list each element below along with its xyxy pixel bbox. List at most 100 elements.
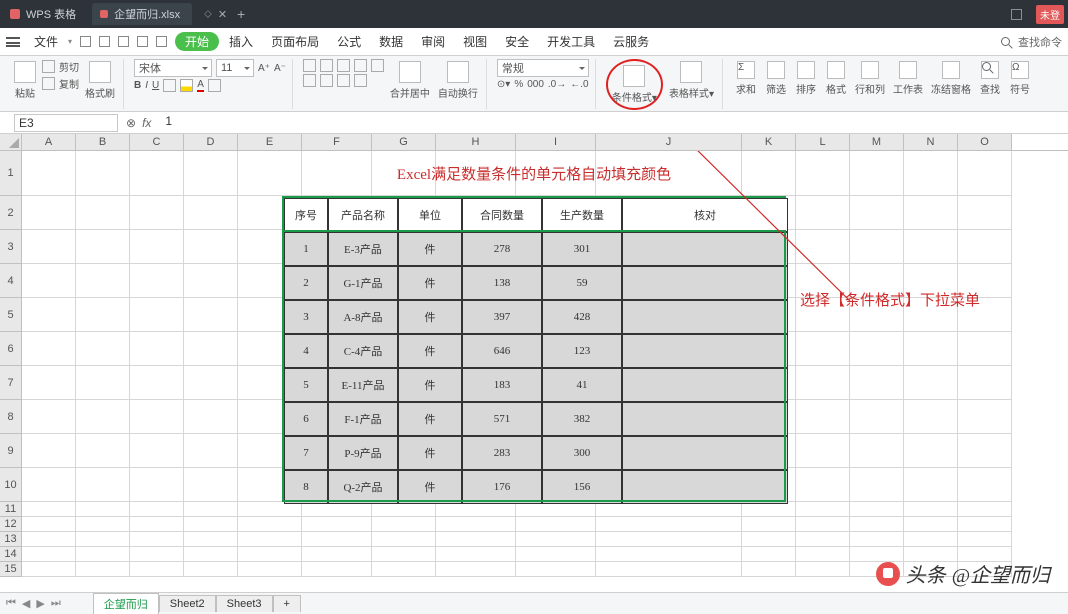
find-button[interactable]: 查找 xyxy=(977,59,1003,98)
orient-icon[interactable] xyxy=(354,74,367,87)
table-cell[interactable]: 3 xyxy=(284,300,328,334)
menu-view[interactable]: 视图 xyxy=(455,33,495,50)
search-icon[interactable] xyxy=(1001,37,1010,46)
table-cell[interactable]: 7 xyxy=(284,436,328,470)
cancel-formula-icon[interactable]: ⊗ xyxy=(126,116,136,130)
paste-button[interactable]: 粘贴 xyxy=(12,59,38,102)
table-cell[interactable]: 5 xyxy=(284,368,328,402)
format-painter-button[interactable]: 格式刷 xyxy=(83,59,117,102)
table-cell[interactable]: 397 xyxy=(462,300,542,334)
conditional-format-button[interactable]: 条件格式▾ xyxy=(610,63,659,106)
currency-icon[interactable]: ⊙▾ xyxy=(497,79,510,90)
bold-button[interactable]: B xyxy=(134,80,141,91)
wrap-text-button[interactable]: 自动换行 xyxy=(436,59,480,102)
qat-undo-icon[interactable] xyxy=(137,36,148,47)
new-tab-button[interactable]: + xyxy=(227,6,255,22)
table-cell[interactable]: A-8产品 xyxy=(328,300,398,334)
row-header-13[interactable]: 13 xyxy=(0,532,22,547)
hamburger-icon[interactable] xyxy=(6,37,20,47)
increase-decimal-icon[interactable]: .0→ xyxy=(548,79,566,90)
col-header-I[interactable]: I xyxy=(516,134,596,150)
increase-font-icon[interactable]: A⁺ xyxy=(258,63,270,74)
sheet-tab-2[interactable]: Sheet2 xyxy=(159,595,216,612)
formula-input[interactable]: 1 xyxy=(159,114,1068,132)
col-header-L[interactable]: L xyxy=(796,134,850,150)
sheet-nav-prev-icon[interactable]: ◀ xyxy=(22,597,30,610)
align-bottom-icon[interactable] xyxy=(337,59,350,72)
col-header-M[interactable]: M xyxy=(850,134,904,150)
table-cell[interactable]: 件 xyxy=(398,368,462,402)
table-cell[interactable]: 301 xyxy=(542,232,622,266)
italic-button[interactable]: I xyxy=(145,80,148,91)
align-top-icon[interactable] xyxy=(303,59,316,72)
filter-button[interactable]: 筛选 xyxy=(763,59,789,98)
table-cell[interactable]: 41 xyxy=(542,368,622,402)
col-header-H[interactable]: H xyxy=(436,134,516,150)
login-badge[interactable]: 未登 xyxy=(1036,5,1064,24)
indent-inc-icon[interactable] xyxy=(371,59,384,72)
col-header-G[interactable]: G xyxy=(372,134,436,150)
menu-review[interactable]: 审阅 xyxy=(413,33,453,50)
table-cell[interactable]: 156 xyxy=(542,470,622,504)
sheet-tab-add[interactable]: + xyxy=(273,595,301,612)
table-cell[interactable]: 件 xyxy=(398,470,462,504)
table-cell[interactable]: 138 xyxy=(462,266,542,300)
row-header-5[interactable]: 5 xyxy=(0,298,22,332)
menu-insert[interactable]: 插入 xyxy=(221,33,261,50)
table-cell[interactable]: 300 xyxy=(542,436,622,470)
table-cell[interactable]: 2 xyxy=(284,266,328,300)
table-cell[interactable]: 8 xyxy=(284,470,328,504)
align-center-icon[interactable] xyxy=(320,74,333,87)
table-cell[interactable]: 176 xyxy=(462,470,542,504)
menu-formula[interactable]: 公式 xyxy=(329,33,369,50)
row-header-12[interactable]: 12 xyxy=(0,517,22,532)
sort-button[interactable]: 排序 xyxy=(793,59,819,98)
table-cell[interactable]: 件 xyxy=(398,266,462,300)
sheet-tab-3[interactable]: Sheet3 xyxy=(216,595,273,612)
menu-cloud[interactable]: 云服务 xyxy=(605,33,657,50)
table-cell[interactable]: 571 xyxy=(462,402,542,436)
table-cell[interactable]: 382 xyxy=(542,402,622,436)
comma-icon[interactable]: 000 xyxy=(527,79,544,90)
table-cell[interactable]: 59 xyxy=(542,266,622,300)
table-cell[interactable]: C-4产品 xyxy=(328,334,398,368)
table-cell[interactable]: F-1产品 xyxy=(328,402,398,436)
fx-icon[interactable]: fx xyxy=(142,116,151,130)
qat-save-icon[interactable] xyxy=(80,36,91,47)
file-dropdown-icon[interactable]: ▾ xyxy=(68,37,72,46)
qat-preview-icon[interactable] xyxy=(118,36,129,47)
align-middle-icon[interactable] xyxy=(320,59,333,72)
table-cell[interactable]: G-1产品 xyxy=(328,266,398,300)
table-cell[interactable] xyxy=(622,368,788,402)
align-right-icon[interactable] xyxy=(337,74,350,87)
name-box[interactable]: E3 xyxy=(14,114,118,132)
row-header-8[interactable]: 8 xyxy=(0,400,22,434)
menu-security[interactable]: 安全 xyxy=(497,33,537,50)
table-cell[interactable] xyxy=(622,436,788,470)
copy-button[interactable]: 复制 xyxy=(42,76,79,91)
row-header-1[interactable]: 1 xyxy=(0,151,22,196)
table-cell[interactable]: 件 xyxy=(398,334,462,368)
row-header-2[interactable]: 2 xyxy=(0,196,22,230)
table-cell[interactable]: 件 xyxy=(398,300,462,334)
indent-dec-icon[interactable] xyxy=(354,59,367,72)
cell-style-button[interactable] xyxy=(208,79,221,92)
col-header-J[interactable]: J xyxy=(596,134,742,150)
qat-print-icon[interactable] xyxy=(99,36,110,47)
table-cell[interactable] xyxy=(622,300,788,334)
table-cell[interactable] xyxy=(622,334,788,368)
table-style-button[interactable]: 表格样式▾ xyxy=(667,59,716,102)
row-header-10[interactable]: 10 xyxy=(0,468,22,502)
menu-layout[interactable]: 页面布局 xyxy=(263,33,327,50)
decrease-font-icon[interactable]: A⁻ xyxy=(274,63,286,74)
menu-dev[interactable]: 开发工具 xyxy=(539,33,603,50)
border-button[interactable] xyxy=(163,79,176,92)
worksheet-button[interactable]: 工作表 xyxy=(891,59,925,98)
table-cell[interactable] xyxy=(622,402,788,436)
align-left-icon[interactable] xyxy=(303,74,316,87)
font-color-button[interactable]: A xyxy=(197,79,204,92)
tab-pin-icon[interactable]: ⬦ xyxy=(204,8,212,21)
table-cell[interactable]: 283 xyxy=(462,436,542,470)
search-label[interactable]: 查找命令 xyxy=(1018,34,1062,50)
font-size-select[interactable]: 11 xyxy=(216,59,254,77)
